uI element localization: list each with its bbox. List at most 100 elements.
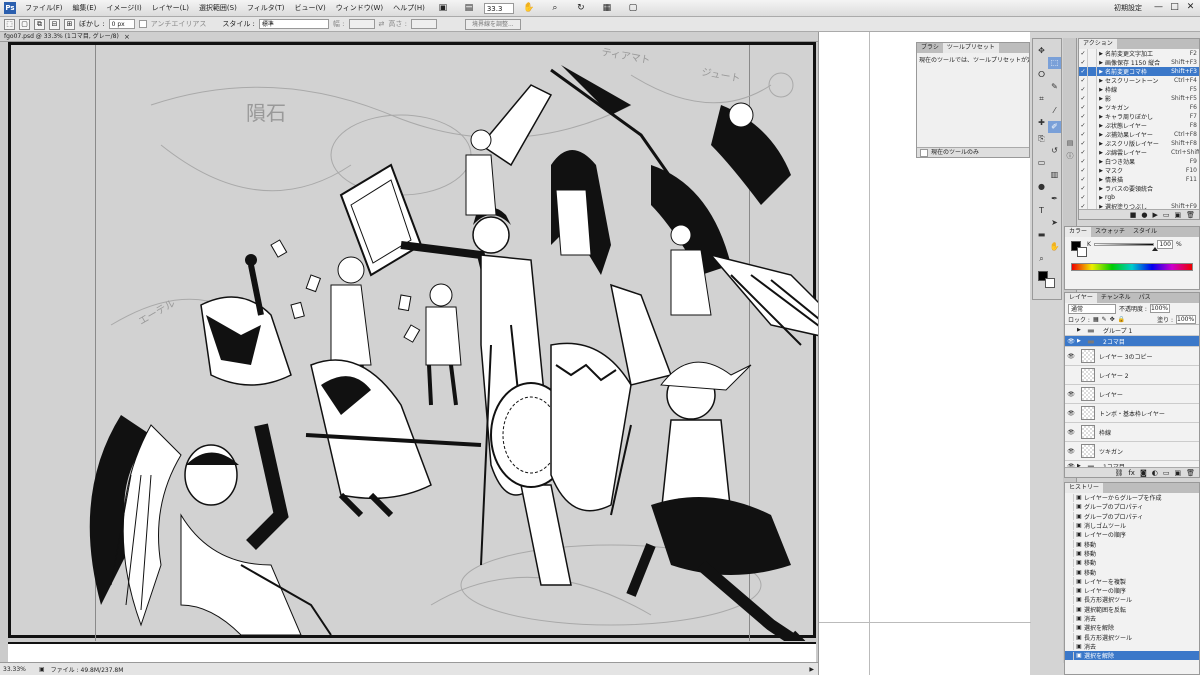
lasso-tool-icon[interactable]: ⵔ: [1035, 69, 1048, 81]
grid-icon[interactable]: ▦: [596, 2, 618, 15]
status-arrow-icon[interactable]: ▶: [809, 666, 818, 673]
new-group-icon[interactable]: ▭: [1163, 469, 1170, 477]
action-dialog-toggle[interactable]: [1088, 148, 1097, 157]
menu-file[interactable]: ファイル(F): [20, 0, 68, 17]
zoom-icon[interactable]: ⌕: [544, 2, 566, 15]
layer-mask-icon[interactable]: ◙: [1140, 469, 1147, 477]
new-action-icon[interactable]: ▣: [1174, 211, 1181, 219]
current-tool-only-checkbox[interactable]: [920, 148, 928, 157]
action-row[interactable]: ✓ ▶ 枠線 F5: [1079, 85, 1199, 94]
expand-triangle-icon[interactable]: ▶: [1097, 159, 1105, 165]
action-enabled-check[interactable]: ✓: [1079, 193, 1088, 202]
tab-actions[interactable]: アクション: [1079, 39, 1117, 49]
marquee-tool-icon[interactable]: ⬚: [1048, 57, 1061, 69]
expand-triangle-icon[interactable]: ▶: [1097, 69, 1105, 75]
feather-input[interactable]: 0 px: [108, 19, 135, 29]
blend-mode-select[interactable]: 通常: [1068, 303, 1116, 314]
delete-layer-icon[interactable]: 🗑: [1186, 469, 1195, 477]
screen-mode-icon[interactable]: ▢: [622, 2, 644, 15]
path-select-tool-icon[interactable]: ➤: [1048, 217, 1061, 229]
action-row[interactable]: ✓ ▶ キャラ周りぼかし F7: [1079, 112, 1199, 121]
history-brush-source[interactable]: [1065, 633, 1074, 642]
menu-help[interactable]: ヘルプ(H): [388, 0, 430, 17]
action-row[interactable]: ✓ ▶ 名前変更コマ枠 Shift+F3: [1079, 67, 1199, 76]
history-brush-source[interactable]: [1065, 577, 1074, 586]
expand-triangle-icon[interactable]: ▶: [1097, 141, 1105, 147]
action-enabled-check[interactable]: ✓: [1079, 175, 1088, 184]
action-dialog-toggle[interactable]: [1088, 76, 1097, 85]
color-spectrum-bar[interactable]: [1071, 263, 1193, 271]
dodge-tool-icon[interactable]: ●: [1035, 181, 1048, 193]
action-enabled-check[interactable]: ✓: [1079, 112, 1088, 121]
expand-triangle-icon[interactable]: ▶: [1097, 150, 1105, 156]
history-brush-source[interactable]: [1065, 595, 1074, 604]
bridge-icon[interactable]: ▣: [432, 2, 454, 15]
history-brush-source[interactable]: [1065, 549, 1074, 558]
history-row[interactable]: ▣ グループのプロパティ: [1065, 502, 1199, 511]
menu-image[interactable]: イメージ(I): [101, 0, 146, 17]
action-enabled-check[interactable]: ✓: [1079, 139, 1088, 148]
menu-window[interactable]: ウィンドウ(W): [331, 0, 388, 17]
width-input[interactable]: [348, 19, 375, 29]
delete-action-icon[interactable]: 🗑: [1186, 211, 1195, 219]
history-brush-source[interactable]: [1065, 586, 1074, 595]
action-enabled-check[interactable]: ✓: [1079, 157, 1088, 166]
expand-triangle-icon[interactable]: ▶: [1097, 132, 1105, 138]
history-row[interactable]: ▣ 移動: [1065, 558, 1199, 567]
action-dialog-toggle[interactable]: [1088, 103, 1097, 112]
history-brush-source[interactable]: [1065, 605, 1074, 614]
swap-icon[interactable]: ⇄: [379, 20, 385, 28]
lock-transparency-icon[interactable]: ▦: [1093, 316, 1099, 323]
history-brush-source[interactable]: [1065, 540, 1074, 549]
history-brush-source[interactable]: [1065, 614, 1074, 623]
history-brush-tool-icon[interactable]: ↺: [1048, 145, 1061, 157]
action-enabled-check[interactable]: ✓: [1079, 76, 1088, 85]
action-row[interactable]: ✓ ▶ 白つき効果 F9: [1079, 157, 1199, 166]
expand-triangle-icon[interactable]: ▶: [1077, 327, 1085, 333]
action-row[interactable]: ✓ ▶ rgb: [1079, 193, 1199, 202]
visibility-eye-icon[interactable]: 👁: [1065, 410, 1077, 417]
status-zoom[interactable]: 33.33%: [3, 666, 33, 673]
manga-page[interactable]: 隕石 ティアマト ジュート エーテル: [8, 42, 818, 641]
action-row[interactable]: ✓ ▶ セスクリーントーン Ctrl+F4: [1079, 76, 1199, 85]
expand-triangle-icon[interactable]: ▶: [1097, 177, 1105, 183]
document-tab[interactable]: fgo07.psd @ 33.3% (1コマ目, グレー/8) ×: [0, 32, 818, 42]
antialias-checkbox[interactable]: [138, 20, 147, 28]
menu-select[interactable]: 選択範囲(S): [194, 0, 242, 17]
action-enabled-check[interactable]: ✓: [1079, 184, 1088, 193]
gradient-tool-icon[interactable]: ▥: [1048, 169, 1061, 181]
layer-row[interactable]: 👁 レイヤー: [1065, 385, 1199, 404]
action-enabled-check[interactable]: ✓: [1079, 130, 1088, 139]
action-enabled-check[interactable]: ✓: [1079, 94, 1088, 103]
close-document-icon[interactable]: ×: [124, 32, 130, 42]
tab-styles[interactable]: スタイル: [1129, 227, 1161, 237]
history-brush-source[interactable]: [1065, 642, 1074, 651]
hand-tool-icon[interactable]: ✋: [1048, 241, 1061, 253]
clone-tool-icon[interactable]: ⎘: [1035, 133, 1048, 145]
layer-row[interactable]: レイヤー 2: [1065, 366, 1199, 385]
history-row[interactable]: ▣ レイヤーからグループを作成: [1065, 493, 1199, 502]
visibility-eye-icon[interactable]: 👁: [1065, 448, 1077, 455]
history-brush-source[interactable]: [1065, 623, 1074, 632]
menu-view[interactable]: ビュー(V): [289, 0, 330, 17]
new-set-icon[interactable]: ▭: [1163, 211, 1170, 219]
visibility-eye-icon[interactable]: 👁: [1065, 391, 1077, 398]
action-dialog-toggle[interactable]: [1088, 94, 1097, 103]
action-row[interactable]: ✓ ▶ ぷ捕効果レイヤー Ctrl+F8: [1079, 130, 1199, 139]
action-enabled-check[interactable]: ✓: [1079, 121, 1088, 130]
close-window-icon[interactable]: ✕: [1184, 2, 1197, 13]
lock-paint-icon[interactable]: ✎: [1102, 316, 1107, 323]
play-icon[interactable]: ▶: [1152, 211, 1157, 219]
action-row[interactable]: ✓ ▶ ぷスクリ版レイヤー Shift+F8: [1079, 139, 1199, 148]
action-dialog-toggle[interactable]: [1088, 49, 1097, 58]
maximize-icon[interactable]: □: [1168, 2, 1181, 13]
action-row[interactable]: ✓ ▶ 名前変更文字加工 F2: [1079, 49, 1199, 58]
marquee-tool-icon[interactable]: ⬚: [4, 18, 15, 30]
expand-triangle-icon[interactable]: ▶: [1097, 51, 1105, 57]
tab-color[interactable]: カラー: [1065, 227, 1092, 237]
record-icon[interactable]: ●: [1141, 211, 1147, 219]
action-row[interactable]: ✓ ▶ ツキガン F6: [1079, 103, 1199, 112]
action-dialog-toggle[interactable]: [1088, 184, 1097, 193]
history-brush-source[interactable]: [1065, 651, 1074, 660]
minimize-icon[interactable]: —: [1152, 2, 1165, 13]
